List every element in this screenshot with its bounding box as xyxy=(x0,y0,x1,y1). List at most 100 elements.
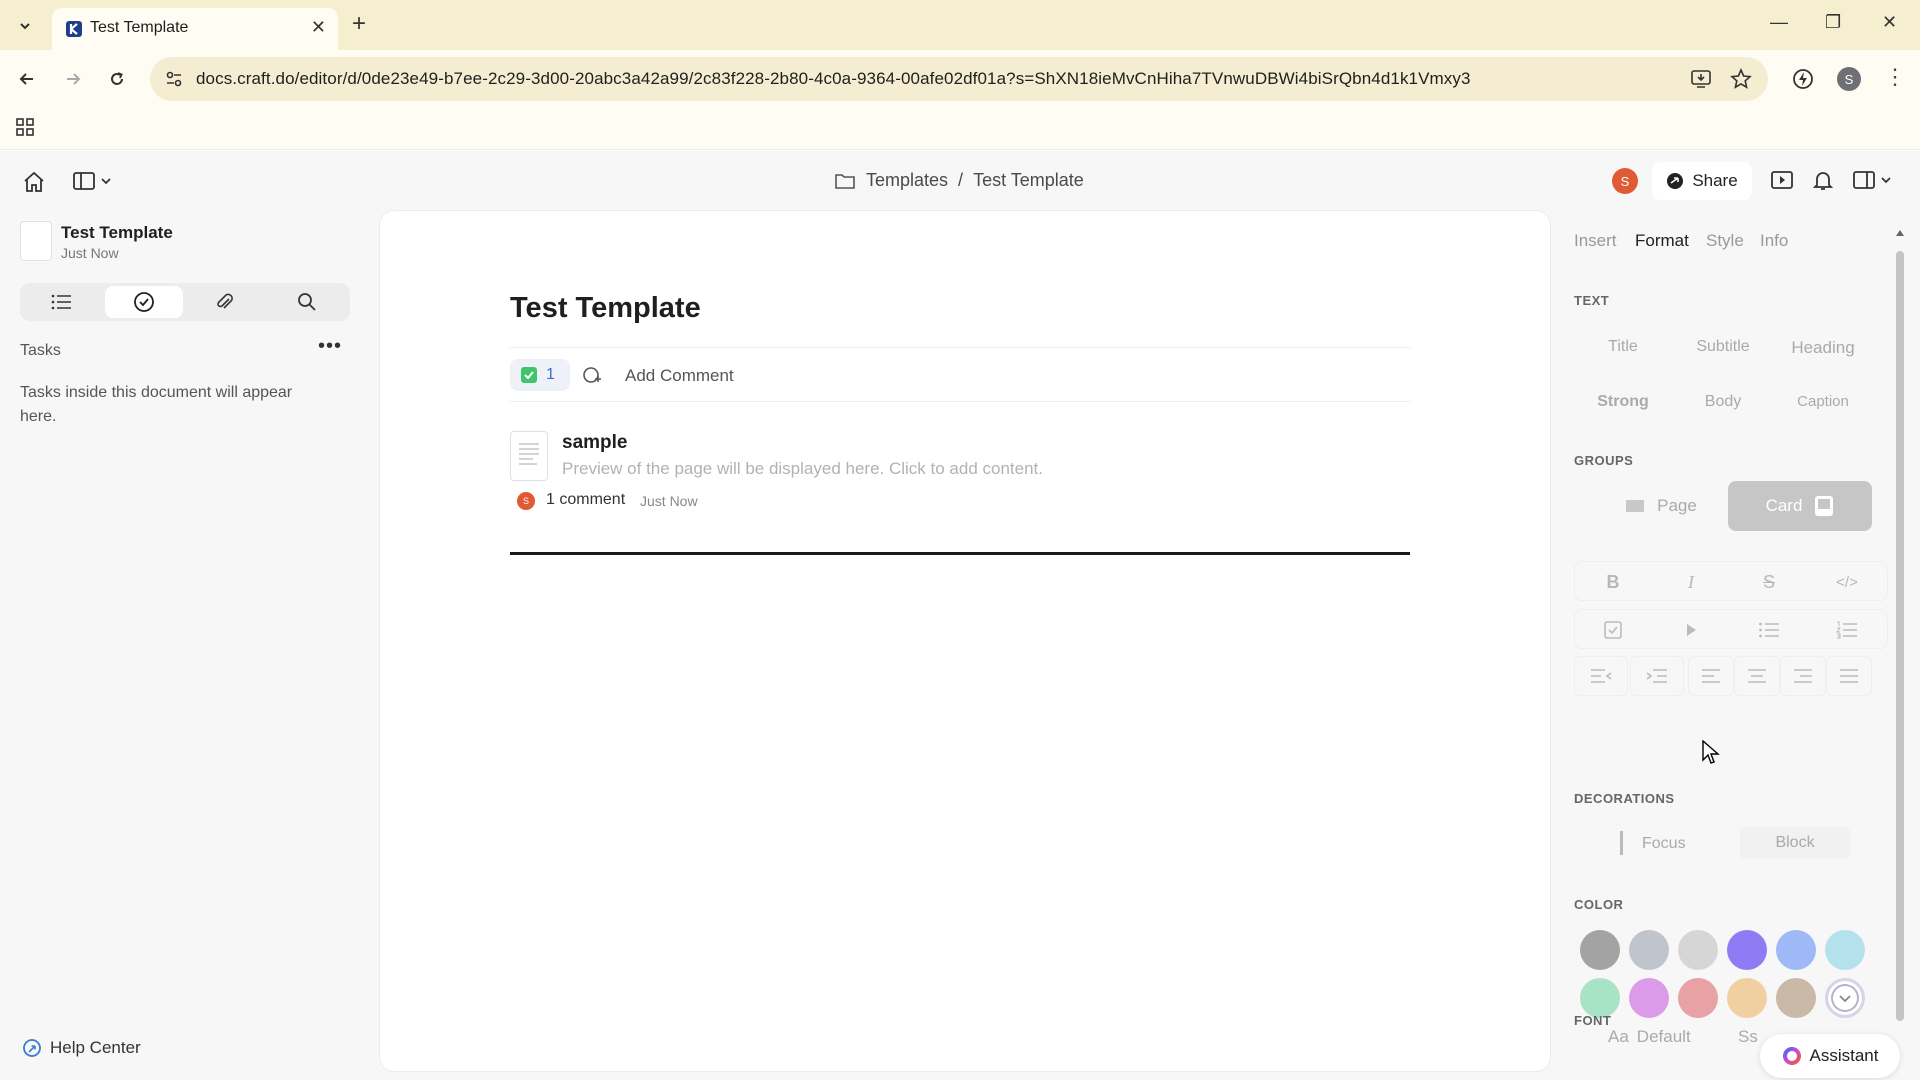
color-swatch[interactable] xyxy=(1776,978,1816,1018)
tab-style[interactable]: Style xyxy=(1706,231,1744,251)
deco-block-button[interactable]: Block xyxy=(1740,827,1850,859)
group-card-option[interactable]: Card xyxy=(1728,481,1872,531)
share-label: Share xyxy=(1692,171,1738,190)
paperclip-icon xyxy=(217,293,233,309)
style-heading[interactable]: Heading xyxy=(1773,338,1873,358)
add-comment-icon[interactable] xyxy=(582,366,602,386)
tab-info[interactable]: Info xyxy=(1760,231,1788,251)
checkbox-button[interactable] xyxy=(1577,610,1649,650)
bell-icon[interactable] xyxy=(1812,169,1834,191)
deco-focus-button[interactable]: Focus xyxy=(1642,835,1686,853)
style-caption[interactable]: Caption xyxy=(1773,393,1873,410)
style-body[interactable]: Body xyxy=(1673,393,1773,411)
new-tab-button[interactable]: + xyxy=(352,12,366,36)
document-divider[interactable] xyxy=(510,552,1410,555)
sidebar-doc-timestamp: Just Now xyxy=(61,245,119,261)
profile-avatar[interactable]: S xyxy=(1837,67,1861,91)
color-swatch[interactable] xyxy=(1678,930,1718,970)
forward-button[interactable] xyxy=(60,66,86,92)
italic-button[interactable]: I xyxy=(1655,562,1727,602)
document-title[interactable]: Test Template xyxy=(510,292,701,325)
tab-insert[interactable]: Insert xyxy=(1574,231,1617,251)
browser-menu-button[interactable]: ⋮ xyxy=(1884,64,1906,90)
color-swatch[interactable] xyxy=(1776,930,1816,970)
extension-icon[interactable] xyxy=(1791,67,1815,91)
numbered-list-button[interactable] xyxy=(1811,610,1883,650)
apps-grid-icon[interactable] xyxy=(14,116,36,138)
restore-button[interactable]: ❐ xyxy=(1825,12,1841,33)
reload-button[interactable] xyxy=(104,66,130,92)
comment-count[interactable]: 1 comment xyxy=(546,491,625,509)
tab-attachments[interactable] xyxy=(186,286,264,318)
back-button[interactable] xyxy=(14,66,40,92)
comment-timestamp: Just Now xyxy=(640,493,698,509)
strikethrough-button[interactable]: S xyxy=(1733,562,1805,602)
close-window-button[interactable]: ✕ xyxy=(1882,12,1897,33)
install-app-icon[interactable] xyxy=(1690,68,1712,90)
style-strong[interactable]: Strong xyxy=(1573,393,1673,411)
tab-format[interactable]: Format xyxy=(1635,231,1689,251)
minimize-button[interactable]: — xyxy=(1770,12,1788,33)
breadcrumb: Templates / Test Template xyxy=(834,170,1084,191)
align-left-button[interactable] xyxy=(1688,656,1734,696)
panel-toggle-button[interactable] xyxy=(1852,169,1892,191)
group-card-label: Card xyxy=(1765,496,1803,515)
justify-button[interactable] xyxy=(1826,656,1872,696)
color-swatch[interactable] xyxy=(1629,930,1669,970)
breadcrumb-separator: / xyxy=(958,170,964,190)
site-info-icon[interactable] xyxy=(164,69,184,89)
indent-button[interactable] xyxy=(1630,656,1684,696)
style-title[interactable]: Title xyxy=(1573,338,1673,356)
document-thumbnail[interactable] xyxy=(20,221,52,261)
panel-scrollbar[interactable] xyxy=(1896,230,1904,1031)
bookmark-star-icon[interactable] xyxy=(1730,68,1752,90)
color-swatch[interactable] xyxy=(1580,930,1620,970)
present-icon[interactable] xyxy=(1770,169,1794,191)
font-next-option[interactable]: Ss xyxy=(1738,1027,1758,1047)
tab-close-icon[interactable]: ✕ xyxy=(311,17,326,38)
arrow-left-icon xyxy=(19,73,33,85)
color-swatch[interactable] xyxy=(1629,978,1669,1018)
address-bar[interactable]: docs.craft.do/editor/d/0de23e49-b7ee-2c2… xyxy=(150,57,1768,101)
color-swatch[interactable] xyxy=(1727,930,1767,970)
add-comment-button[interactable]: Add Comment xyxy=(625,366,734,386)
code-button[interactable]: </> xyxy=(1811,562,1883,602)
sidebar-toggle-button[interactable] xyxy=(72,170,112,192)
help-center-link[interactable]: Help Center xyxy=(22,1038,141,1058)
color-swatch[interactable] xyxy=(1727,978,1767,1018)
more-colors-swatch[interactable] xyxy=(1825,978,1865,1018)
sidebar-doc-title[interactable]: Test Template xyxy=(61,223,173,243)
share-button[interactable]: Share xyxy=(1652,162,1752,200)
font-default-option[interactable]: Aa Default xyxy=(1608,1027,1691,1047)
scroll-up-icon[interactable] xyxy=(1895,229,1905,237)
toggle-button[interactable] xyxy=(1655,610,1727,650)
breadcrumb-page[interactable]: Test Template xyxy=(973,170,1084,191)
tab-tasks[interactable] xyxy=(105,286,183,318)
outdent-button[interactable] xyxy=(1574,656,1628,696)
tab-outline[interactable] xyxy=(23,286,101,318)
color-swatch[interactable] xyxy=(1678,978,1718,1018)
page-block-preview[interactable]: Preview of the page will be displayed he… xyxy=(562,459,1043,479)
page-block-icon[interactable] xyxy=(510,431,548,481)
font-default-label: Default xyxy=(1636,1027,1691,1046)
align-center-button[interactable] xyxy=(1734,656,1780,696)
bullet-list-button[interactable] xyxy=(1733,610,1805,650)
breadcrumb-folder[interactable]: Templates xyxy=(866,170,948,191)
bold-button[interactable]: B xyxy=(1577,562,1649,602)
assistant-button[interactable]: Assistant xyxy=(1760,1034,1900,1078)
tab-search-button[interactable] xyxy=(10,13,40,39)
document-canvas[interactable]: Test Template 1 Add Comment sample Previ… xyxy=(380,211,1550,1071)
style-subtitle[interactable]: Subtitle xyxy=(1673,338,1773,356)
collaborator-avatar[interactable]: S xyxy=(1612,168,1638,194)
browser-tab[interactable]: Test Template ✕ xyxy=(52,8,338,50)
task-count-badge[interactable]: 1 xyxy=(510,359,570,391)
page-block-title[interactable]: sample xyxy=(562,432,627,454)
scrollbar-thumb[interactable] xyxy=(1896,251,1904,1021)
align-right-button[interactable] xyxy=(1780,656,1826,696)
tab-search[interactable] xyxy=(268,286,346,318)
home-icon[interactable] xyxy=(22,170,46,194)
color-swatch[interactable] xyxy=(1580,978,1620,1018)
tasks-more-button[interactable]: ••• xyxy=(318,335,342,358)
color-swatch[interactable] xyxy=(1825,930,1865,970)
group-page-option[interactable]: Page xyxy=(1596,481,1726,531)
